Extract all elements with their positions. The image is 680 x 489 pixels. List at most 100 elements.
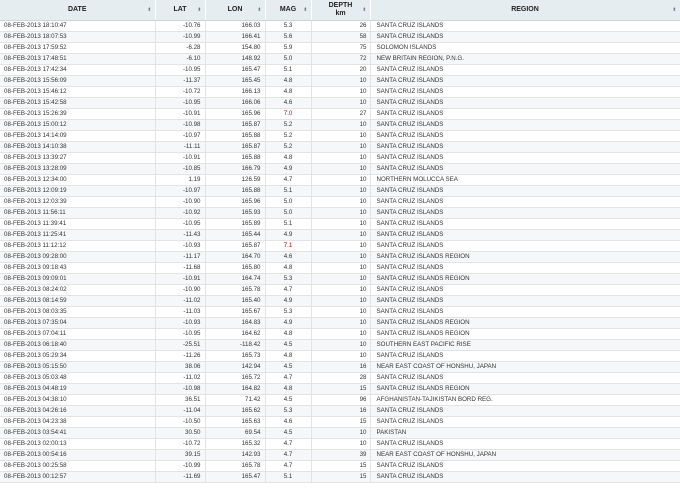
depth-cell: 10 <box>311 141 371 153</box>
depth-cell: 10 <box>311 240 371 252</box>
mag-cell: 4.8 <box>265 152 312 164</box>
lat-cell: -10.50 <box>155 416 206 428</box>
mag-cell: 5.0 <box>265 53 312 65</box>
mag-cell: 4.7 <box>265 449 312 461</box>
date-cell: 08-FEB-2013 15:56:09 <box>0 75 156 87</box>
depth-cell: 10 <box>311 284 371 296</box>
region-cell: SANTA CRUZ ISLANDS <box>370 350 680 362</box>
depth-cell: 27 <box>311 108 371 120</box>
depth-cell: 75 <box>311 42 371 54</box>
lon-cell: 154.80 <box>205 42 266 54</box>
lat-cell: 36.51 <box>155 394 206 406</box>
sort-arrows-icon[interactable]: ⬍ <box>257 6 261 14</box>
depth-cell: 26 <box>311 20 371 32</box>
lat-cell: 30.50 <box>155 427 206 439</box>
date-cell: 08-FEB-2013 13:39:27 <box>0 152 156 164</box>
lat-cell: -10.72 <box>155 438 206 450</box>
column-header-date[interactable]: DATE ⬍ <box>0 0 156 21</box>
region-cell: SANTA CRUZ ISLANDS <box>370 152 680 164</box>
region-cell: SANTA CRUZ ISLANDS <box>370 185 680 197</box>
column-header-mag[interactable]: MAG ⬍ <box>265 0 312 21</box>
mag-cell: 4.9 <box>265 295 312 307</box>
depth-cell: 10 <box>311 350 371 362</box>
lon-cell: 164.74 <box>205 273 266 285</box>
date-cell: 08-FEB-2013 00:12:57 <box>0 471 156 483</box>
depth-cell: 96 <box>311 394 371 406</box>
table-row: 08-FEB-2013 05:03:48 -11.02 165.72 4.7 28 SAN… <box>0 372 680 384</box>
mag-cell: 4.5 <box>265 394 312 406</box>
mag-cell: 7.1 <box>265 240 312 252</box>
region-cell: SANTA CRUZ ISLANDS <box>370 262 680 274</box>
table-row: 08-FEB-2013 02:00:13 -10.72 165.32 4.7 10 SAN… <box>0 438 680 450</box>
depth-cell: 10 <box>311 207 371 219</box>
column-header-lat[interactable]: LAT ⬍ <box>155 0 206 21</box>
mag-cell: 5.1 <box>265 64 312 76</box>
depth-cell: 10 <box>311 97 371 109</box>
date-cell: 08-FEB-2013 11:56:11 <box>0 207 156 219</box>
date-cell: 08-FEB-2013 02:00:13 <box>0 438 156 450</box>
date-cell: 08-FEB-2013 12:03:39 <box>0 196 156 208</box>
table-row: 08-FEB-2013 12:09:19 -10.97 165.88 5.1 10 SAN… <box>0 185 680 197</box>
mag-cell: 4.5 <box>265 361 312 373</box>
region-cell: SANTA CRUZ ISLANDS <box>370 229 680 241</box>
sort-arrows-icon[interactable]: ⬍ <box>147 6 151 14</box>
lat-cell: -10.90 <box>155 284 206 296</box>
mag-cell: 5.0 <box>265 207 312 219</box>
lat-cell: -10.97 <box>155 130 206 142</box>
mag-cell: 5.3 <box>265 20 312 32</box>
date-cell: 08-FEB-2013 18:10:47 <box>0 20 156 32</box>
depth-cell: 15 <box>311 383 371 395</box>
table-row: 08-FEB-2013 03:54:41 30.50 69.54 4.5 10 PAKIS… <box>0 427 680 439</box>
sort-arrows-icon[interactable]: ⬍ <box>672 6 676 14</box>
date-cell: 08-FEB-2013 04:23:38 <box>0 416 156 428</box>
lon-cell: 165.78 <box>205 460 266 472</box>
date-cell: 08-FEB-2013 11:12:12 <box>0 240 156 252</box>
sort-arrows-icon[interactable]: ⬍ <box>362 6 366 14</box>
date-cell: 08-FEB-2013 17:42:34 <box>0 64 156 76</box>
mag-cell: 5.6 <box>265 31 312 43</box>
lat-cell: -10.98 <box>155 383 206 395</box>
region-cell: SANTA CRUZ ISLANDS REGION <box>370 328 680 340</box>
lon-cell: 165.87 <box>205 240 266 252</box>
region-cell: AFGHANISTAN-TAJIKISTAN BORD REG. <box>370 394 680 406</box>
region-cell: NORTHERN MOLUCCA SEA <box>370 174 680 186</box>
lat-cell: -10.91 <box>155 108 206 120</box>
mag-cell: 5.3 <box>265 273 312 285</box>
mag-cell: 5.0 <box>265 196 312 208</box>
column-header-lon[interactable]: LON ⬍ <box>205 0 266 21</box>
region-cell: SANTA CRUZ ISLANDS <box>370 207 680 219</box>
lon-cell: 165.72 <box>205 372 266 384</box>
column-header-label: LAT <box>173 6 187 13</box>
depth-cell: 10 <box>311 196 371 208</box>
region-cell: SANTA CRUZ ISLANDS <box>370 75 680 87</box>
date-cell: 08-FEB-2013 05:15:50 <box>0 361 156 373</box>
date-cell: 08-FEB-2013 09:18:43 <box>0 262 156 274</box>
lat-cell: 38.06 <box>155 361 206 373</box>
lon-cell: 164.83 <box>205 317 266 329</box>
sort-arrows-icon[interactable]: ⬍ <box>197 6 201 14</box>
region-cell: SANTA CRUZ ISLANDS <box>370 372 680 384</box>
depth-cell: 16 <box>311 361 371 373</box>
region-cell: SANTA CRUZ ISLANDS <box>370 130 680 142</box>
mag-cell: 5.3 <box>265 405 312 417</box>
table-row: 08-FEB-2013 11:25:41 -11.43 165.44 4.9 10 SAN… <box>0 229 680 241</box>
lat-cell: -10.95 <box>155 328 206 340</box>
lat-cell: -10.95 <box>155 64 206 76</box>
lon-cell: 165.67 <box>205 306 266 318</box>
column-header-depth[interactable]: DEPTH km ⬍ <box>311 0 371 21</box>
lat-cell: -11.26 <box>155 350 206 362</box>
region-cell: SANTA CRUZ ISLANDS REGION <box>370 383 680 395</box>
region-cell: NEW BRITAIN REGION, P.N.G. <box>370 53 680 65</box>
sort-arrows-icon[interactable]: ⬍ <box>303 6 307 14</box>
mag-cell: 4.7 <box>265 284 312 296</box>
column-header-region[interactable]: REGION ⬍ <box>370 0 680 21</box>
lat-cell: -10.95 <box>155 218 206 230</box>
table-row: 08-FEB-2013 09:18:43 -11.68 165.80 4.8 10 SAN… <box>0 262 680 274</box>
depth-cell: 16 <box>311 405 371 417</box>
mag-cell: 4.7 <box>265 174 312 186</box>
lat-cell: -10.91 <box>155 152 206 164</box>
lat-cell: -10.95 <box>155 97 206 109</box>
mag-cell: 4.7 <box>265 372 312 384</box>
table-row: 08-FEB-2013 13:28:09 -10.85 166.79 4.9 10 SAN… <box>0 163 680 175</box>
date-cell: 08-FEB-2013 05:29:34 <box>0 350 156 362</box>
